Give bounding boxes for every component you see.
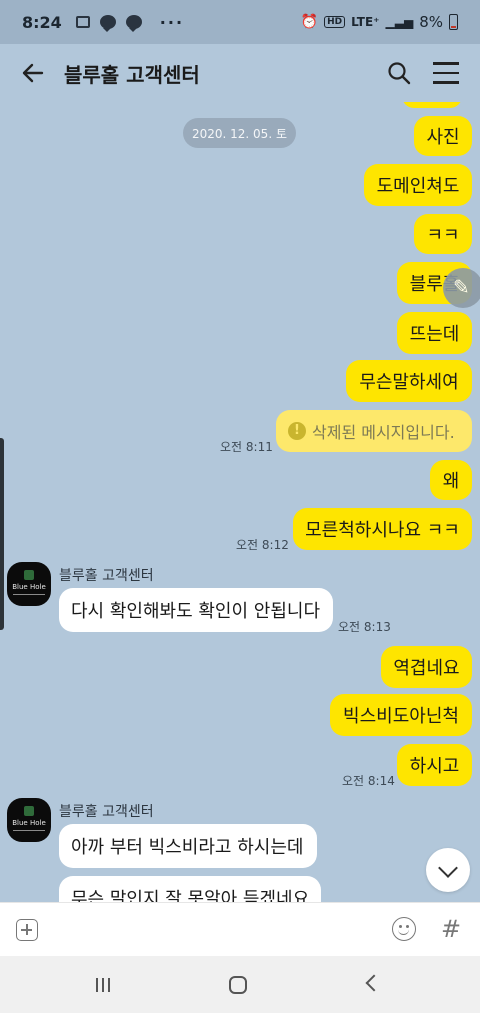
message-bubble[interactable]: 무슨 말인지 잘 못알아 듣겠네요	[59, 876, 321, 902]
logo-mark	[24, 806, 34, 816]
plus-square-icon[interactable]	[16, 919, 38, 941]
message-bubble[interactable]: 역겹네요	[381, 646, 472, 688]
message-bubble[interactable]: ㅋㅋ	[414, 214, 472, 254]
chat-area[interactable]: 2020. 12. 05. 토 사진 도메인쳐도 ㅋㅋ 블루홀 뜨는데 무슨말하…	[0, 102, 480, 902]
status-time: 8:24	[22, 12, 62, 32]
logo-line	[13, 830, 45, 831]
message-time: 오전 8:13	[338, 620, 391, 634]
message-time: 오전 8:12	[236, 538, 289, 552]
message-bubble[interactable]: 하시고	[397, 744, 472, 786]
edge-panel-handle[interactable]	[0, 438, 4, 630]
deleted-message-bubble[interactable]: ! 삭제된 메시지입니다.	[276, 410, 472, 452]
status-right: ⏰ HD LTE⁺ ▁▃▅ 8%	[301, 13, 458, 31]
hamburger-menu-icon[interactable]	[433, 62, 459, 84]
message-bubble[interactable]: 무슨말하세여	[346, 360, 472, 402]
chat-title: 블루홀 고객센터	[64, 62, 200, 87]
date-divider: 2020. 12. 05. 토	[183, 118, 296, 148]
home-icon[interactable]	[229, 976, 247, 994]
avatar[interactable]: Blue Hole	[7, 798, 51, 842]
message-bubble[interactable]: 모른척하시나요 ㅋㅋ	[293, 508, 472, 550]
talk-notification-icon-2	[125, 15, 142, 32]
message-input-bar: #	[0, 902, 480, 957]
hd-voice-icon: HD	[324, 16, 346, 28]
battery-percent: 8%	[419, 13, 443, 31]
system-nav-bar	[0, 956, 480, 1013]
deleted-message-text: 삭제된 메시지입니다.	[312, 423, 455, 442]
signal-icon: ▁▃▅	[385, 15, 414, 29]
avatar-logo-text: Blue Hole	[12, 819, 46, 827]
recent-apps-icon[interactable]	[96, 978, 112, 992]
message-bubble[interactable]: 도메인쳐도	[364, 164, 472, 206]
sender-name: 블루홀 고객센터	[59, 804, 154, 820]
pencil-icon[interactable]	[443, 268, 480, 308]
sender-name: 블루홀 고객센터	[59, 568, 154, 584]
message-time: 오전 8:14	[342, 774, 395, 788]
avatar-logo-text: Blue Hole	[12, 583, 46, 591]
status-bar: 8:24 ··· ⏰ HD LTE⁺ ▁▃▅ 8%	[0, 0, 480, 44]
message-bubble[interactable]: 뜨는데	[397, 312, 472, 354]
gallery-notification-icon	[75, 16, 90, 28]
chevron-down-icon[interactable]	[426, 848, 470, 892]
network-type: LTE⁺	[351, 15, 380, 29]
search-icon[interactable]	[386, 60, 412, 86]
logo-line	[13, 594, 45, 595]
hash-icon[interactable]: #	[441, 915, 461, 943]
message-time: 오전 8:11	[220, 440, 273, 454]
message-bubble[interactable]: 아까 부터 빅스비라고 하시는데	[59, 824, 317, 868]
battery-icon	[449, 14, 458, 30]
avatar[interactable]: Blue Hole	[7, 562, 51, 606]
chat-header: 블루홀 고객센터	[0, 44, 480, 102]
emoji-icon[interactable]	[392, 917, 416, 941]
message-bubble[interactable]: 사진	[414, 116, 472, 156]
message-bubble[interactable]: 다시 확인해봐도 확인이 안됩니다	[59, 588, 333, 632]
message-bubble[interactable]: 왜	[430, 460, 472, 500]
warning-icon: !	[288, 422, 306, 440]
talk-notification-icon	[99, 15, 116, 32]
back-arrow-icon[interactable]	[20, 60, 46, 86]
bubble-cutoff-top	[402, 102, 462, 108]
message-bubble[interactable]: 빅스비도아닌척	[330, 694, 472, 736]
logo-mark	[24, 570, 34, 580]
alarm-icon: ⏰	[300, 14, 319, 30]
back-nav-icon[interactable]	[365, 974, 383, 992]
more-notifications-icon: ···	[159, 12, 185, 32]
